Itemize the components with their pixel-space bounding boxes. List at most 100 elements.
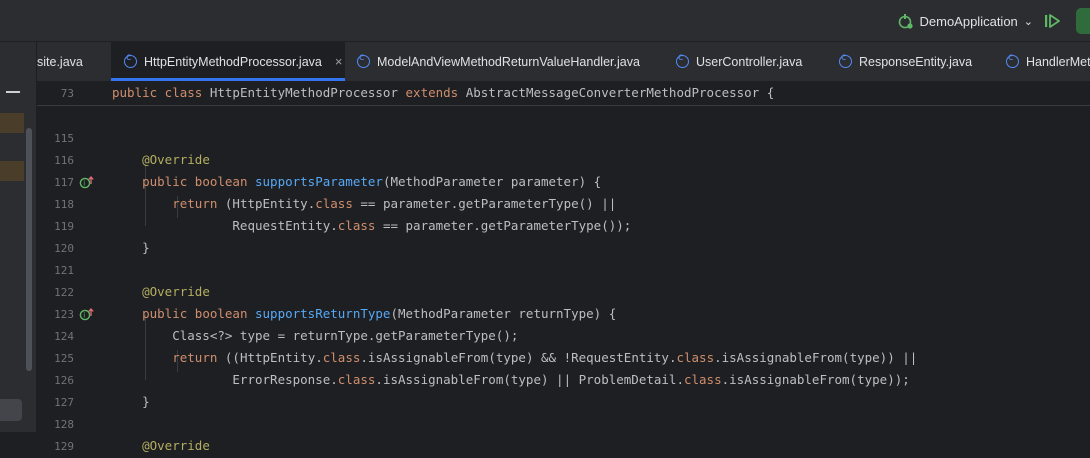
line-number: 129: [54, 440, 74, 453]
code-token: (MethodParameter parameter) {: [382, 174, 602, 189]
line-number: 120: [54, 242, 74, 255]
tab-http-entity-method-processor[interactable]: HttpEntityMethodProcessor.java ×: [111, 42, 345, 81]
project-tree-highlight: [0, 113, 24, 133]
code-line: 128: [37, 414, 1090, 436]
code-line: 119 RequestEntity.class == parameter.get…: [37, 216, 1090, 238]
code-text: @Override: [112, 284, 210, 299]
code-line: 124 Class<?> type = returnType.getParame…: [37, 326, 1090, 348]
tab-label: ModelAndViewMethodReturnValueHandler.jav…: [377, 54, 640, 69]
code-line: 127 }: [37, 392, 1090, 414]
svg-text:i: i: [83, 180, 85, 188]
code-token: (HttpEntity.: [224, 196, 316, 211]
title-bar: DemoApplication ⌄: [0, 0, 1090, 42]
code-token: RequestEntity.: [112, 218, 338, 233]
code-token: public class: [112, 85, 210, 100]
code-token: return: [172, 196, 225, 211]
run-config-label: DemoApplication: [919, 13, 1018, 29]
class-icon: [839, 52, 852, 68]
line-number: 123: [54, 308, 74, 321]
code-token: }: [112, 240, 150, 255]
code-line: 121: [37, 260, 1090, 282]
collapse-icon[interactable]: [6, 91, 20, 93]
line-number: 119: [54, 220, 74, 233]
vertical-scrollbar[interactable]: [26, 128, 32, 371]
editor-tab-bar: site.java HttpEntityMethodProcessor.java…: [37, 42, 1090, 82]
chevron-down-icon: ⌄: [1023, 15, 1033, 28]
code-text: @Override: [112, 152, 210, 167]
tab-model-and-view-handler[interactable]: ModelAndViewMethodReturnValueHandler.jav…: [357, 42, 640, 81]
code-text: }: [112, 394, 150, 409]
debug-button[interactable]: [1076, 8, 1090, 34]
code-token: .isAssignableFrom(type) || ProblemDetail…: [375, 372, 684, 387]
code-token: class: [683, 372, 722, 387]
code-text: public boolean supportsReturnType(Method…: [112, 306, 616, 321]
line-number: 118: [54, 198, 74, 211]
class-icon: [357, 52, 370, 68]
code-line: 117 i public boolean supportsParameter(Me…: [37, 172, 1090, 194]
implements-icon[interactable]: i: [79, 306, 95, 322]
tab-user-controller[interactable]: UserController.java: [676, 42, 802, 81]
code-line: 129 @Override: [37, 436, 1090, 458]
code-token: Class<?> type = returnType.getParameterT…: [112, 328, 519, 343]
code-token: .isAssignableFrom(type) && !RequestEntit…: [360, 350, 677, 365]
svg-text:i: i: [83, 312, 85, 320]
tab-site[interactable]: site.java: [37, 42, 111, 81]
implements-icon[interactable]: i: [79, 174, 95, 190]
code-text: return (HttpEntity.class == parameter.ge…: [112, 196, 616, 211]
code-text: RequestEntity.class == parameter.getPara…: [112, 218, 631, 233]
code-token: class: [676, 350, 715, 365]
class-icon: [124, 52, 137, 68]
line-number: 121: [54, 264, 74, 277]
run-icon[interactable]: [1042, 11, 1062, 31]
code-token: class: [337, 218, 376, 233]
code-text: public class HttpEntityMethodProcessor e…: [112, 85, 774, 100]
tab-label: HttpEntityMethodProcessor.java: [144, 54, 322, 69]
code-token: ErrorResponse.: [112, 372, 338, 387]
line-number: 117: [54, 176, 74, 189]
code-token: (MethodParameter returnType) {: [390, 306, 617, 321]
code-token: class: [315, 196, 353, 211]
run-configuration-selector[interactable]: DemoApplication ⌄: [896, 11, 1033, 31]
code-text: return ((HttpEntity.class.isAssignableFr…: [112, 350, 917, 365]
close-icon[interactable]: ×: [335, 54, 343, 69]
tab-label: UserController.java: [696, 54, 803, 69]
code-line: 120 }: [37, 238, 1090, 260]
line-number: 126: [54, 374, 74, 387]
code-text: ErrorResponse.class.isAssignableFrom(typ…: [112, 372, 909, 387]
code-token: == parameter.getParameterType() ||: [352, 196, 617, 211]
code-token: @Override: [142, 284, 210, 299]
code-token: .isAssignableFrom(type)) ||: [714, 350, 918, 365]
code-line: 125 return ((HttpEntity.class.isAssignab…: [37, 348, 1090, 370]
code-token: AbstractMessageConverterMethodProcessor …: [465, 85, 775, 100]
code-token: class: [337, 372, 376, 387]
line-number: 124: [54, 330, 74, 343]
code-line: 123 i public boolean supportsReturnType(M…: [37, 304, 1090, 326]
side-panel-toggle[interactable]: [0, 399, 22, 421]
code-token: @Override: [142, 438, 210, 453]
tab-response-entity[interactable]: ResponseEntity.java: [839, 42, 972, 81]
sticky-separator: [37, 105, 1090, 106]
code-text: Class<?> type = returnType.getParameterT…: [112, 328, 518, 343]
code-line: 116 @Override: [37, 150, 1090, 172]
code-token: class: [322, 350, 361, 365]
line-number: 128: [54, 418, 74, 431]
line-number: 73: [60, 87, 74, 100]
code-token: == parameter.getParameterType());: [375, 218, 632, 233]
sticky-line: 73 public class HttpEntityMethodProcesso…: [37, 83, 1090, 105]
tab-handler-method[interactable]: HandlerMet: [1006, 42, 1090, 81]
class-icon: [1006, 52, 1019, 68]
code-line: 122 @Override: [37, 282, 1090, 304]
class-icon: [676, 52, 689, 68]
line-number: 127: [54, 396, 74, 409]
line-number: 125: [54, 352, 74, 365]
code-token: public boolean: [142, 174, 255, 189]
code-editor[interactable]: 73 public class HttpEntityMethodProcesso…: [37, 82, 1090, 453]
code-token: public boolean: [142, 306, 255, 321]
code-text: @Override: [112, 438, 210, 453]
